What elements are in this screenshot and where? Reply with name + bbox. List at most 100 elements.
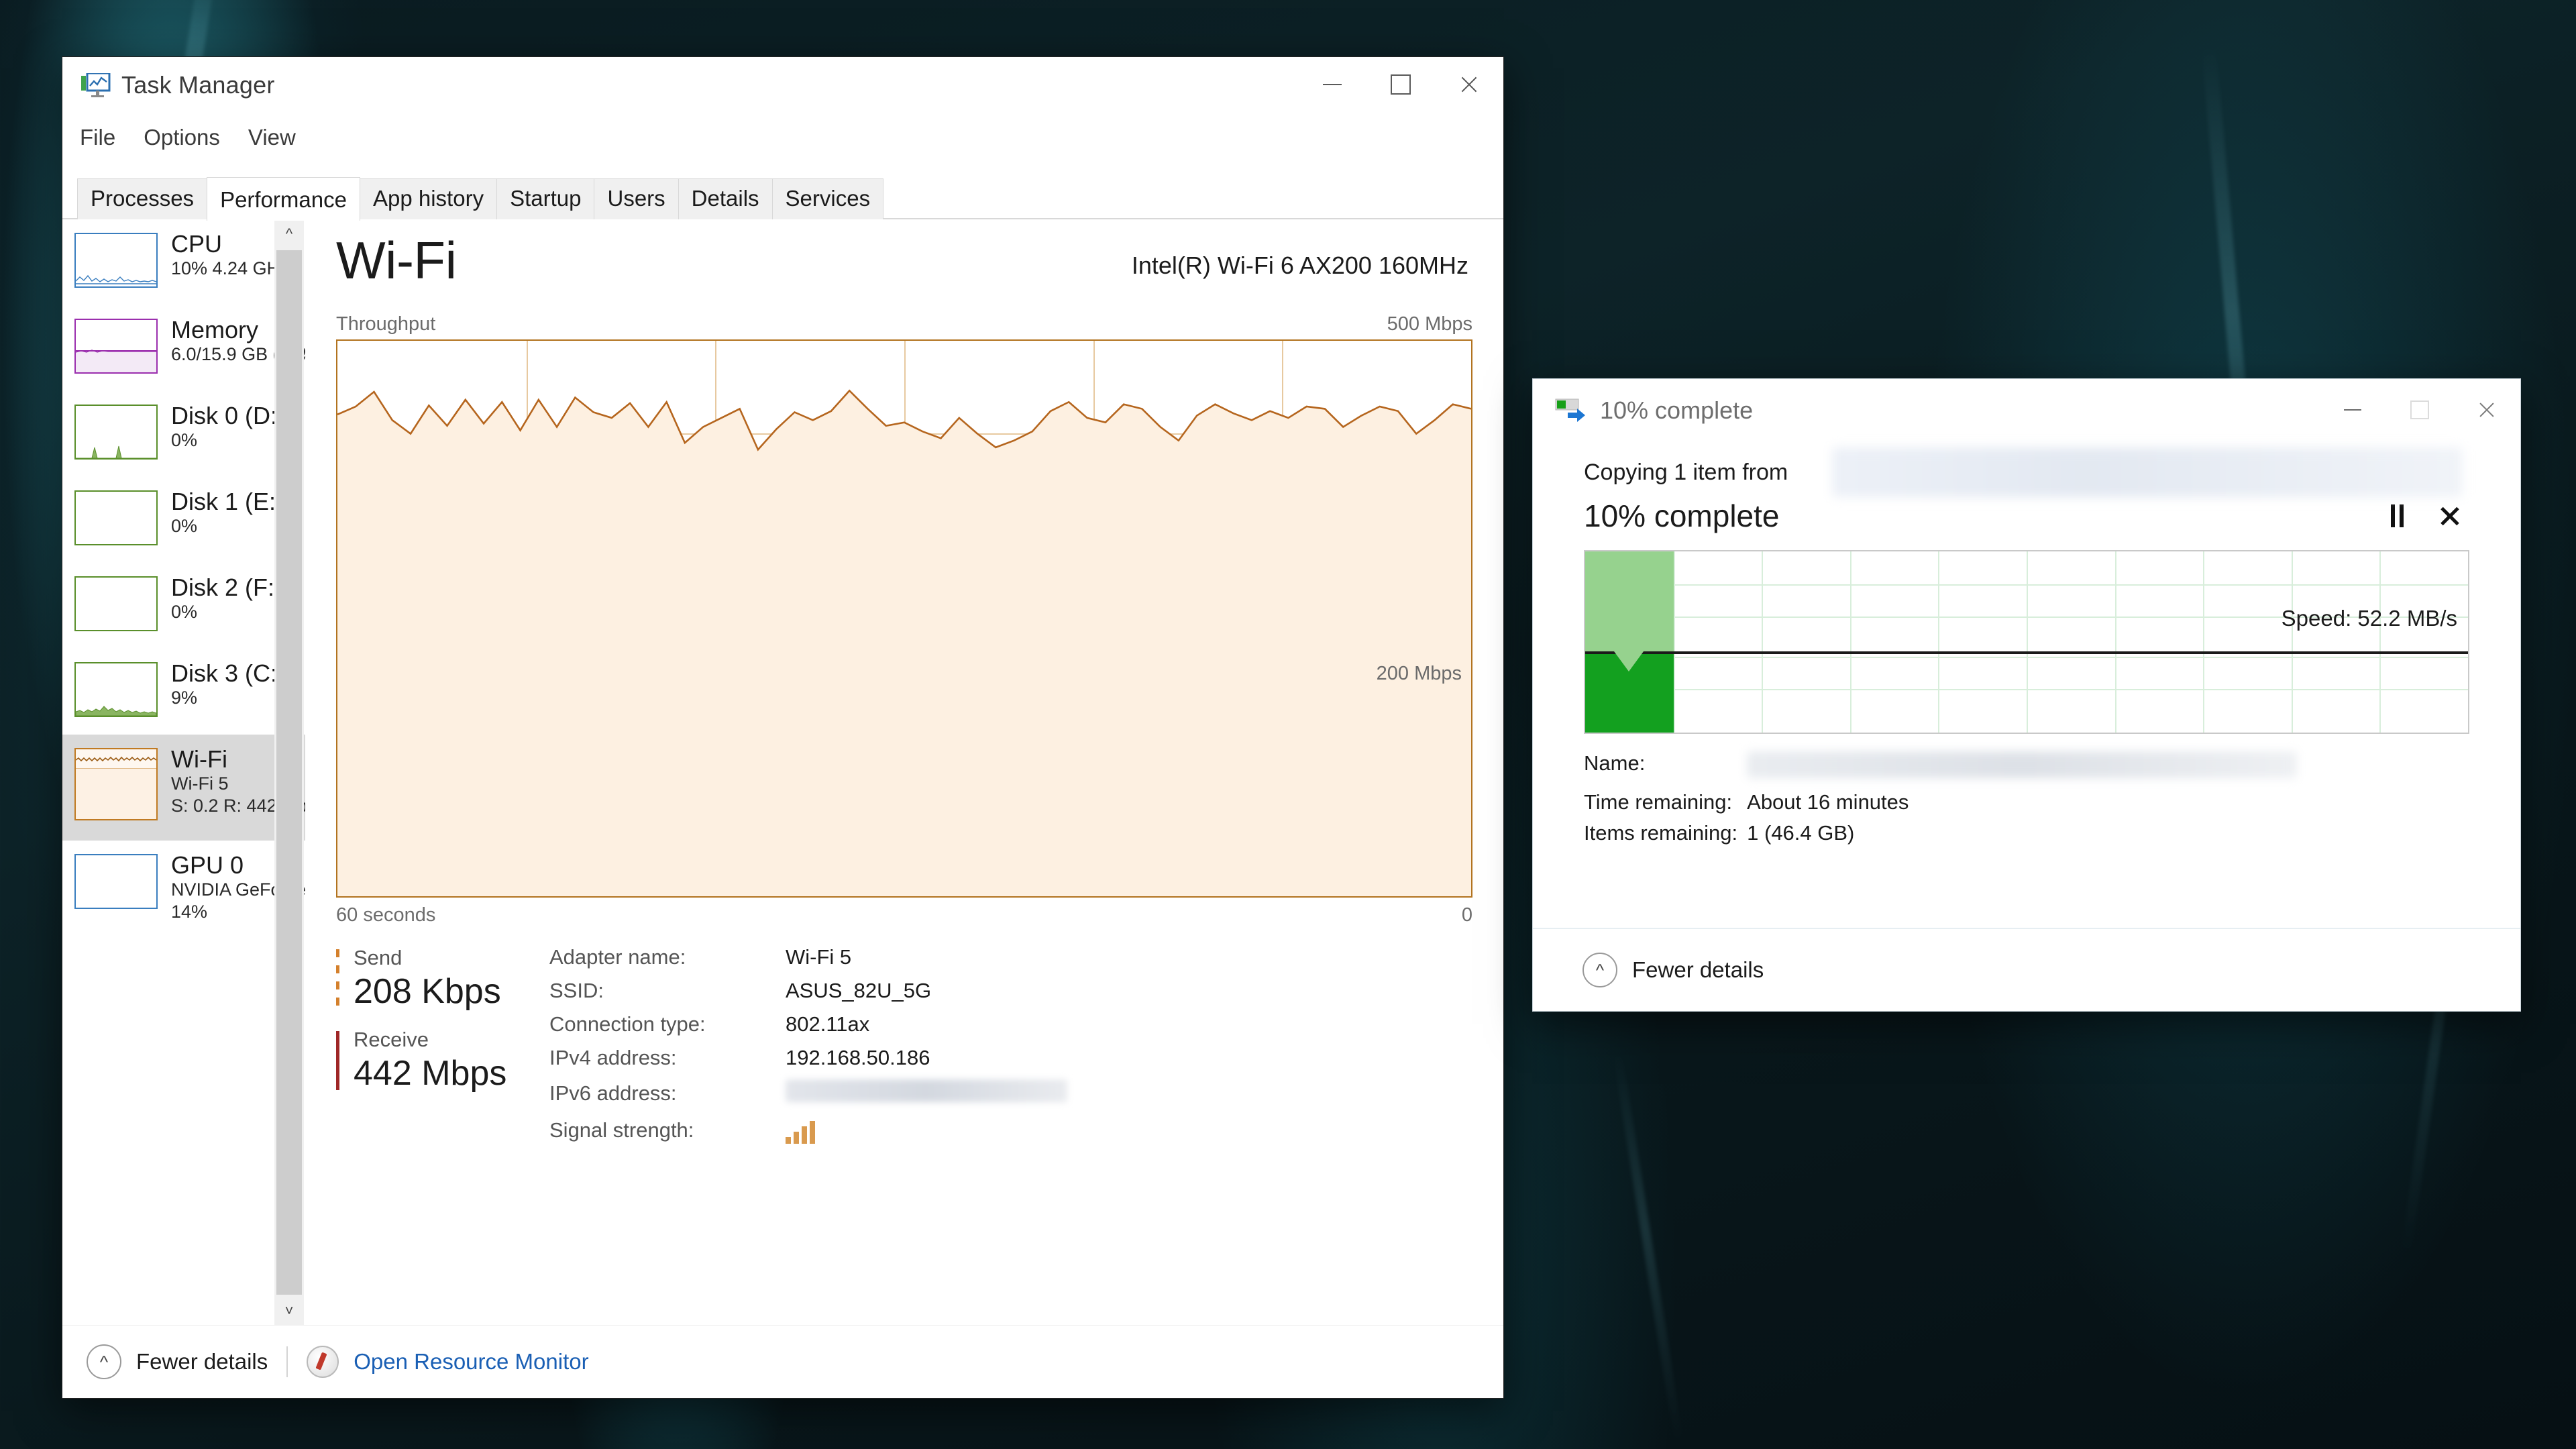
detail-key: Time remaining:	[1584, 790, 1733, 814]
task-manager-window: Task Manager File Options View Processes…	[62, 56, 1504, 1399]
tab-details[interactable]: Details	[678, 178, 773, 219]
redaction-overlay	[1832, 447, 2463, 497]
sidebar-item-label: Disk 0 (D:)	[171, 402, 285, 429]
chart-caption: Throughput	[336, 313, 436, 335]
tab-list: Processes Performance App history Startu…	[77, 177, 884, 221]
chart-mid-label: 200 Mbps	[1376, 663, 1462, 685]
chevron-down-icon[interactable]: ˅	[274, 1296, 304, 1326]
sidebar-item-label: Disk 1 (E:)	[171, 488, 284, 515]
detail-value: 802.11ax	[786, 1012, 870, 1036]
average-speed-line	[1585, 651, 2468, 654]
chevron-up-icon[interactable]: ^	[274, 219, 304, 249]
receive-block: Receive 442 Mbps	[336, 1027, 531, 1094]
tab-services[interactable]: Services	[771, 178, 884, 219]
detail-value-redacted	[786, 1079, 1067, 1108]
title-bar[interactable]: 10% complete	[1533, 379, 2520, 441]
minimize-button[interactable]	[1298, 57, 1366, 112]
tab-strip: Processes Performance App history Startu…	[62, 163, 1503, 221]
sidebar-scrollbar[interactable]: ^ ˅	[274, 219, 304, 1326]
wifi-sparkline	[74, 748, 158, 820]
sidebar-item-disk-0[interactable]: Disk 0 (D:) 0%	[62, 391, 305, 477]
cpu-sparkline	[74, 233, 158, 288]
sidebar-item-sub: 0%	[171, 601, 198, 622]
scrollbar-thumb[interactable]	[276, 250, 302, 1295]
maximize-button[interactable]	[2386, 379, 2453, 441]
tab-processes[interactable]: Processes	[77, 178, 208, 219]
minimize-button[interactable]	[2319, 379, 2386, 441]
sidebar-item-disk-2[interactable]: Disk 2 (F:) 0%	[62, 563, 305, 649]
sidebar-item-memory[interactable]: Memory 6.0/15.9 GB (38%)	[62, 305, 305, 391]
maximize-icon	[1391, 74, 1411, 95]
tab-performance[interactable]: Performance	[207, 177, 360, 221]
disk3-sparkline	[74, 662, 158, 717]
signal-bars-icon	[786, 1117, 1067, 1144]
minimize-icon	[2344, 409, 2361, 411]
sidebar-item-disk-1[interactable]: Disk 1 (E:) 0%	[62, 477, 305, 563]
maximize-button[interactable]	[1366, 57, 1435, 112]
tab-startup[interactable]: Startup	[496, 178, 595, 219]
wallpaper-streak	[1612, 1048, 1684, 1448]
close-button[interactable]	[1435, 57, 1503, 112]
detail-key: Name:	[1584, 751, 1646, 775]
open-resource-monitor-link[interactable]: Open Resource Monitor	[354, 1349, 588, 1375]
wifi-header: Wi-Fi Intel(R) Wi-Fi 6 AX200 160MHz	[336, 234, 1472, 286]
sidebar-item-wifi[interactable]: Wi-Fi Wi-Fi 5 S: 0.2 R: 442 Mbps	[62, 735, 305, 841]
resource-sidebar[interactable]: CPU 10% 4.24 GHz Memory 6.0/15.9 GB (38%…	[62, 219, 305, 1326]
tab-app-history[interactable]: App history	[359, 178, 498, 219]
sidebar-item-label: Disk 3 (C:)	[171, 659, 285, 687]
cancel-icon[interactable]	[2438, 504, 2461, 527]
detail-value: About 16 minutes	[1747, 790, 1909, 814]
detail-key: Connection type:	[549, 1012, 706, 1036]
sidebar-item-sub: 10% 4.24 GHz	[171, 258, 289, 278]
footer-divider	[286, 1346, 288, 1377]
window-controls	[1298, 57, 1503, 112]
transfer-details: Name: Time remaining: About 16 minutes I…	[1584, 751, 2469, 845]
throughput-chart: 200 Mbps	[336, 339, 1472, 898]
redaction-overlay	[786, 1079, 1067, 1102]
sidebar-item-gpu-0[interactable]: GPU 0 NVIDIA GeForce G... 14%	[62, 841, 305, 926]
tab-users[interactable]: Users	[594, 178, 679, 219]
transfer-speed-graph: Speed: 52.2 MB/s	[1584, 550, 2469, 734]
chart-header: Throughput 500 Mbps	[336, 313, 1472, 335]
close-icon	[2477, 400, 2496, 419]
progress-fill-light	[1585, 551, 1674, 651]
minimize-icon	[1323, 84, 1342, 85]
title-bar[interactable]: Task Manager	[62, 57, 1503, 112]
wifi-detail-panel: Wi-Fi Intel(R) Wi-Fi 6 AX200 160MHz Thro…	[305, 219, 1503, 1326]
disk2-sparkline	[74, 576, 158, 631]
fewer-details-button[interactable]: Fewer details	[1632, 957, 1764, 983]
copy-file-icon	[1555, 398, 1585, 422]
gpu0-sparkline	[74, 854, 158, 909]
maximize-icon	[2410, 400, 2429, 419]
chevron-up-circle-icon[interactable]: ^	[87, 1344, 121, 1379]
send-marker-icon	[336, 949, 339, 1009]
copying-from-text: Copying 1 item from	[1584, 447, 2469, 497]
sidebar-item-disk-3[interactable]: Disk 3 (C:) 9%	[62, 649, 305, 735]
menu-bar: File Options View	[62, 112, 1503, 163]
copy-progress-dialog: 10% complete Copying 1 item from 10% com…	[1532, 378, 2521, 1012]
detail-key: IPv4 address:	[549, 1046, 677, 1069]
dialog-footer: ^ Fewer details	[1533, 928, 2520, 1011]
chevron-up-circle-icon[interactable]: ^	[1582, 953, 1617, 987]
menu-item-options[interactable]: Options	[144, 125, 220, 150]
sidebar-item-label: CPU	[171, 230, 223, 258]
disk1-sparkline	[74, 490, 158, 545]
fewer-details-button[interactable]: Fewer details	[136, 1349, 268, 1375]
chart-max-label: 500 Mbps	[1387, 313, 1472, 335]
menu-item-view[interactable]: View	[248, 125, 296, 150]
detail-key: IPv6 address:	[549, 1081, 677, 1105]
detail-value: 192.168.50.186	[786, 1046, 930, 1069]
task-manager-icon	[81, 73, 111, 97]
send-receive-group: Send 208 Kbps Receive 442 Mbps	[336, 945, 531, 1144]
window-title: 10% complete	[1600, 396, 1754, 424]
adapter-model: Intel(R) Wi-Fi 6 AX200 160MHz	[1131, 252, 1468, 279]
menu-item-file[interactable]: File	[80, 125, 115, 150]
close-button[interactable]	[2453, 379, 2520, 441]
resource-monitor-icon	[307, 1346, 339, 1378]
adapter-details-table: Adapter name: Wi-Fi 5 SSID: ASUS_82U_5G …	[549, 945, 1067, 1144]
pause-icon[interactable]	[2391, 504, 2404, 527]
memory-sparkline	[74, 319, 158, 374]
sidebar-item-cpu[interactable]: CPU 10% 4.24 GHz	[62, 219, 305, 305]
detail-value: ASUS_82U_5G	[786, 979, 932, 1002]
throughput-series	[337, 341, 1471, 896]
